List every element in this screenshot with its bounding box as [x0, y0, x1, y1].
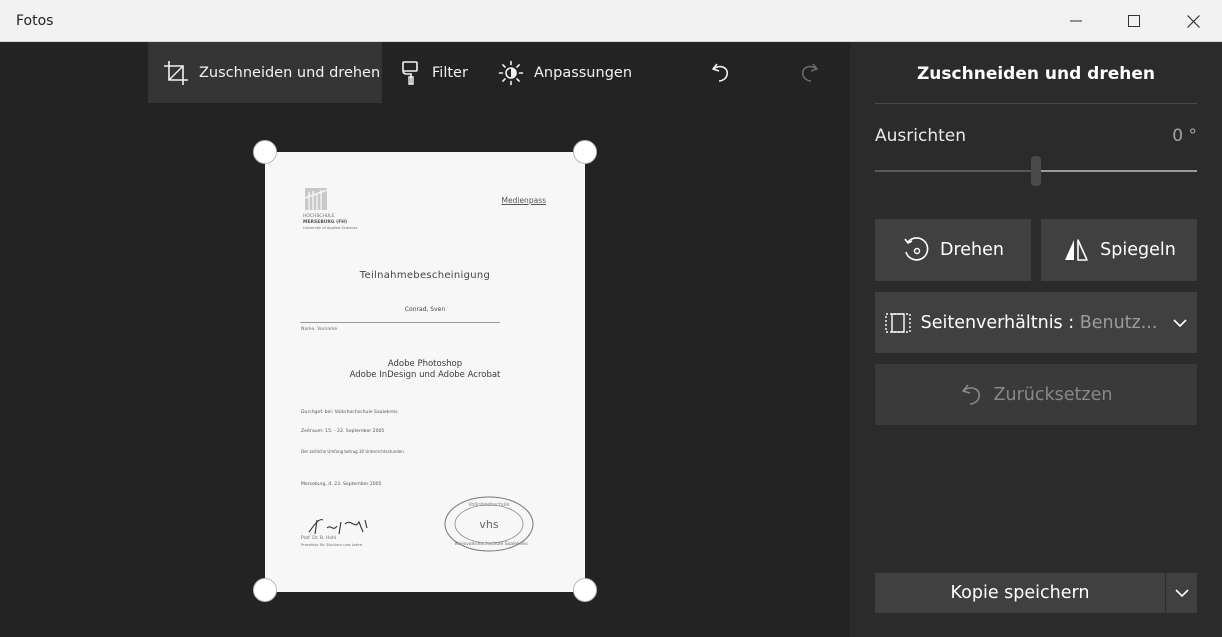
name-rule	[300, 322, 500, 323]
university-logo	[305, 188, 327, 210]
signer-1-title: Prorektor für Studium und Lehre	[301, 542, 363, 547]
field-duration: Der zeitliche Umfang betrug 30 Unterrich…	[301, 449, 406, 454]
rotate-button-label: Drehen	[939, 240, 1004, 260]
crop-handle-bottom-left[interactable]	[253, 578, 277, 602]
crop-handle-bottom-right[interactable]	[573, 578, 597, 602]
minimize-icon	[1070, 20, 1082, 22]
maximize-button[interactable]	[1105, 0, 1163, 42]
crop-rotate-tab[interactable]: Zuschneiden und drehen	[148, 42, 382, 103]
crop-handle-top-left[interactable]	[253, 140, 277, 164]
flip-button-label: Spiegeln	[1100, 240, 1176, 260]
chevron-down-icon	[1173, 318, 1187, 327]
panel-divider	[875, 103, 1197, 104]
photo-image[interactable]: HOCHSCHULE MERSEBURG (FH) University of …	[265, 152, 585, 592]
signer-1-name: Prof. Dr. B. Hohl	[301, 536, 337, 541]
flip-button[interactable]: Spiegeln	[1041, 219, 1197, 281]
panel-title: Zuschneiden und drehen	[916, 64, 1156, 84]
course-line-1: Adobe Photoshop	[387, 359, 463, 369]
logo-line-1: HOCHSCHULE	[303, 214, 335, 219]
field-location: Durchgef. bei: Volkshochschule Saalekrei…	[301, 410, 398, 415]
aspect-ratio-dropdown[interactable]: Seitenverhältnis : Benutz...	[875, 292, 1197, 353]
rotate-button[interactable]: Drehen	[875, 219, 1031, 281]
crop-panel: Zuschneiden und drehen Ausrichten 0 ° Dr…	[850, 42, 1222, 637]
chevron-down-icon	[1174, 589, 1189, 597]
stamp-text: vhs	[479, 518, 498, 531]
redo-icon	[801, 63, 818, 82]
signer-2-name: Kreisvolkshochschule Saalekreis	[455, 542, 528, 547]
app-title: Fotos	[16, 13, 54, 29]
redo-button[interactable]	[796, 42, 822, 103]
minimize-button[interactable]	[1047, 0, 1105, 42]
editing-canvas: Zuschneiden und drehen Filter Anpassunge…	[0, 42, 850, 637]
straighten-value: 0 °	[1172, 126, 1197, 146]
straighten-slider-thumb[interactable]	[1031, 156, 1041, 186]
brightness-icon	[498, 60, 524, 85]
adjustments-tab[interactable]: Anpassungen	[498, 42, 632, 103]
field-period: Zeitraum: 15. - 22. September 2005	[301, 429, 385, 434]
title-bar: Fotos	[0, 0, 1222, 42]
filter-brush-icon	[402, 60, 418, 85]
undo-button[interactable]	[708, 42, 734, 103]
crop-handle-top-right[interactable]	[573, 140, 597, 164]
medienpass-label: Medienpass	[501, 196, 546, 205]
reset-button[interactable]: Zurücksetzen	[875, 364, 1197, 425]
filter-tab[interactable]: Filter	[400, 42, 468, 103]
aspect-ratio-icon	[884, 312, 911, 333]
flip-icon	[1065, 239, 1088, 261]
course-line-2: Adobe InDesign und Adobe Acrobat	[349, 370, 501, 380]
crop-rotate-tab-label: Zuschneiden und drehen	[199, 64, 381, 81]
aspect-ratio-label: Seitenverhältnis :	[920, 312, 1080, 333]
aspect-ratio-value: Benutz...	[1079, 312, 1158, 333]
stamp-ring-text: Volkshochschule	[468, 502, 509, 508]
adjustments-tab-label: Anpassungen	[534, 64, 633, 81]
save-options-button[interactable]	[1166, 573, 1197, 613]
reset-button-label: Zurücksetzen	[993, 384, 1113, 405]
close-icon	[1186, 14, 1200, 28]
rotate-icon	[904, 237, 929, 261]
reset-icon	[961, 383, 980, 405]
straighten-label: Ausrichten	[875, 126, 966, 146]
straighten-slider-fill	[1036, 170, 1197, 172]
maximize-icon	[1128, 15, 1140, 27]
close-button[interactable]	[1164, 0, 1222, 42]
name-sublabel: Name, Vorname	[301, 327, 338, 332]
logo-line-3: University of Applied Sciences	[303, 226, 358, 230]
logo-line-2: MERSEBURG (FH)	[303, 220, 348, 225]
aspect-ratio-text: Seitenverhältnis : Benutz...	[921, 313, 1158, 333]
document-heading: Teilnahmebescheinigung	[359, 270, 491, 281]
crop-icon	[164, 60, 188, 85]
document-name: Conrad, Sven	[404, 306, 446, 313]
filter-tab-label: Filter	[432, 64, 468, 81]
place-date: Merseburg, d. 23. September 2005	[301, 482, 382, 487]
save-copy-button[interactable]: Kopie speichern	[875, 573, 1165, 613]
handwritten-signature	[308, 519, 368, 535]
undo-icon	[712, 63, 729, 82]
